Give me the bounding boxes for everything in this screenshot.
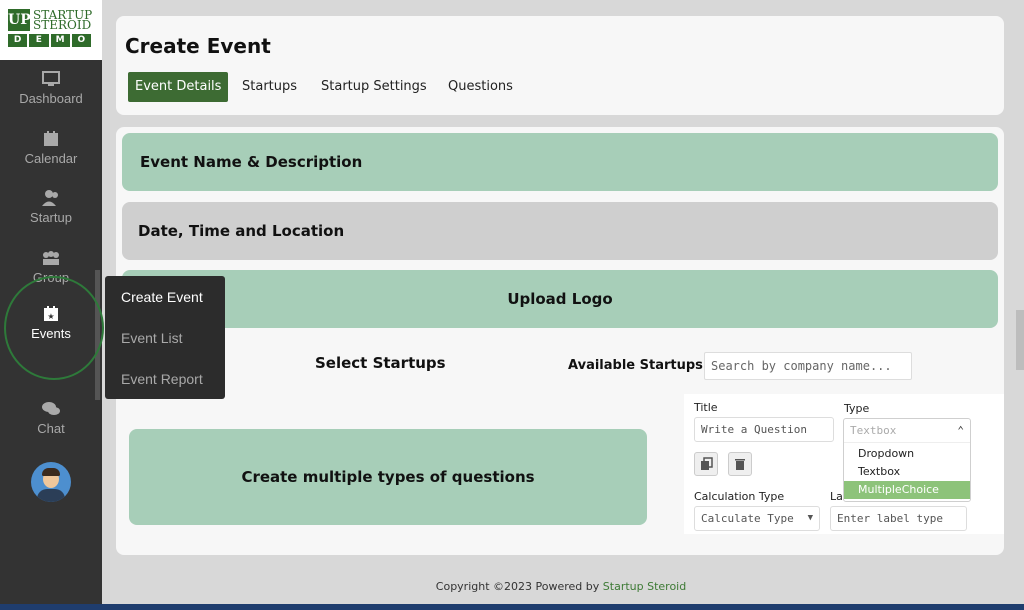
nav-item-calendar[interactable]: Calendar <box>0 130 102 180</box>
label-type-input[interactable]: Enter label type <box>830 506 967 531</box>
type-option-textbox[interactable]: Textbox <box>844 463 970 481</box>
startup-search-input[interactable]: Search by company name... <box>704 352 912 380</box>
type-label: Type <box>844 402 870 415</box>
calculation-type-label: Calculation Type <box>694 490 785 503</box>
chevron-down-icon: ▼ <box>807 513 813 523</box>
avatar[interactable] <box>31 462 71 502</box>
type-dropdown[interactable]: Textbox ⌃ Dropdown Textbox MultipleChoic… <box>843 418 971 502</box>
copy-button[interactable] <box>694 452 718 476</box>
available-startups-label: Available Startups <box>568 358 703 373</box>
header-card: Create Event Event Details Startups Star… <box>116 16 1004 115</box>
events-submenu: Create Event Event List Event Report <box>105 276 225 399</box>
dashboard-icon <box>42 71 60 86</box>
trash-icon <box>735 459 745 470</box>
questions-panel: Create multiple types of questions <box>129 429 647 525</box>
logo-mark: UP <box>8 9 31 31</box>
question-title-input[interactable]: Write a Question <box>694 417 834 442</box>
logo-text: STARTUP STEROID <box>33 8 93 32</box>
tab-startups[interactable]: Startups <box>242 72 297 102</box>
section-name-description[interactable]: Event Name & Description <box>122 133 998 191</box>
submenu-event-report[interactable]: Event Report <box>121 371 203 387</box>
nav-label: Calendar <box>24 151 78 166</box>
calculation-type-select[interactable]: Calculate Type ▼ <box>694 506 820 531</box>
type-option-dropdown[interactable]: Dropdown <box>844 445 970 463</box>
logo[interactable]: UP STARTUP STEROID D E M O <box>0 0 102 60</box>
tab-questions[interactable]: Questions <box>448 72 513 102</box>
nav-item-dashboard[interactable]: Dashboard <box>0 70 102 120</box>
submenu-event-list[interactable]: Event List <box>121 330 182 346</box>
submenu-create-event[interactable]: Create Event <box>121 289 203 305</box>
type-option-multiplechoice[interactable]: MultipleChoice <box>844 481 970 499</box>
copy-icon <box>701 457 713 470</box>
calendar-icon <box>44 131 58 146</box>
highlight-ring <box>4 276 104 380</box>
nav-item-startup[interactable]: Startup <box>0 189 102 239</box>
taskbar-strip <box>0 604 1024 610</box>
nav-item-chat[interactable]: Chat <box>0 400 102 450</box>
tab-event-details[interactable]: Event Details <box>128 72 229 102</box>
footer: Copyright ©2023 Powered by Startup Stero… <box>435 580 687 593</box>
chevron-up-icon: ⌃ <box>957 424 964 437</box>
logo-demo: D E M O <box>8 34 91 47</box>
section-date-location[interactable]: Date, Time and Location <box>122 202 998 260</box>
nav-label: Chat <box>37 421 65 436</box>
footer-brand-link[interactable]: Startup Steroid <box>603 580 686 593</box>
page-title: Create Event <box>125 34 271 58</box>
page-scrollbar[interactable] <box>1016 310 1024 370</box>
title-label: Title <box>694 401 718 414</box>
nav-label: Startup <box>30 210 72 225</box>
nav-label: Dashboard <box>19 91 83 106</box>
select-startups-label: Select Startups <box>315 354 446 372</box>
type-dropdown-input[interactable]: Textbox ⌃ <box>844 419 970 443</box>
section-upload-logo[interactable]: Upload Logo <box>122 270 998 328</box>
delete-button[interactable] <box>728 452 752 476</box>
users-icon <box>42 190 58 206</box>
group-icon <box>43 251 59 265</box>
tab-startup-settings[interactable]: Startup Settings <box>321 72 427 102</box>
chat-icon <box>42 402 60 415</box>
